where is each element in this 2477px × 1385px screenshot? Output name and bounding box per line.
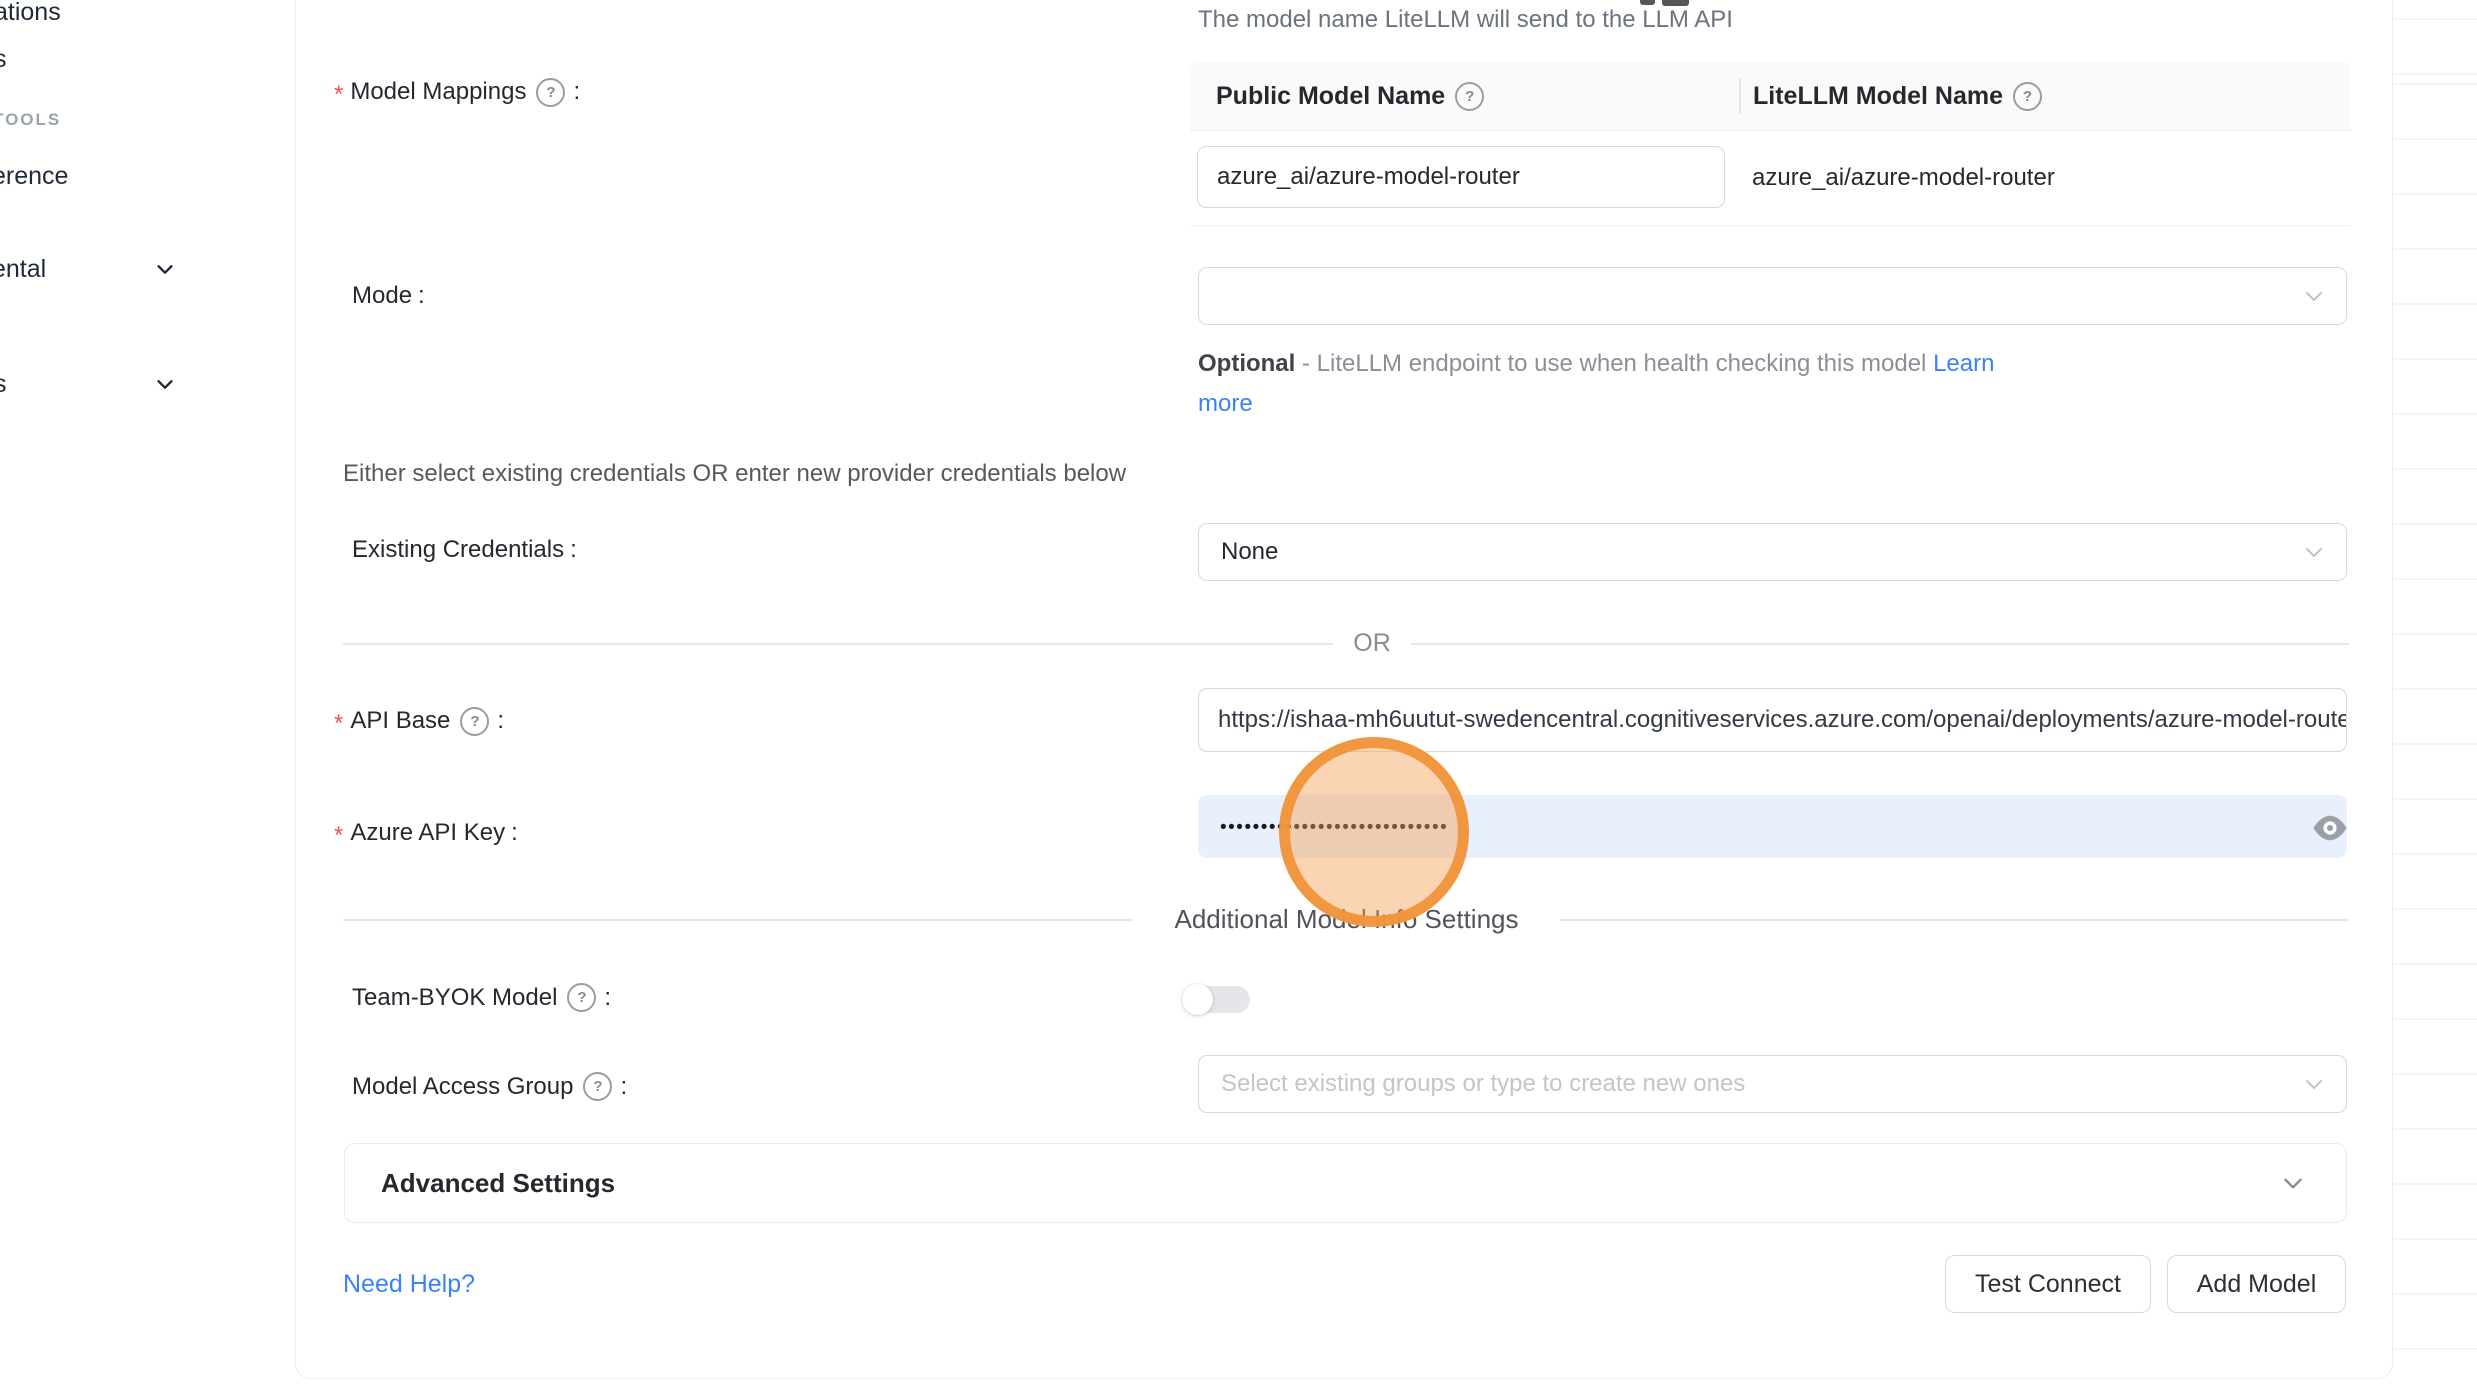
mode-select[interactable] (1198, 267, 2347, 325)
or-divider-line (1411, 643, 2349, 645)
eye-icon[interactable] (2312, 814, 2348, 842)
model-name-hint: The model name LiteLLM will send to the … (1198, 6, 1733, 34)
required-asterisk: * (334, 822, 343, 850)
public-model-name-header: Public Model Name ? (1190, 82, 1739, 111)
mode-label: Mode : (352, 282, 425, 310)
azure-api-key-label: * Azure API Key : (334, 816, 518, 850)
sidebar-section-tools: TOOLS (0, 111, 61, 129)
need-help-link[interactable]: Need Help? (343, 1270, 475, 1299)
test-connect-button[interactable]: Test Connect (1945, 1255, 2151, 1313)
api-base-label: * API Base ? : (334, 704, 504, 738)
click-indicator (1279, 737, 1469, 927)
add-model-page: ations s TOOLS erence ental s The model … (0, 0, 2477, 1385)
chevron-down-icon (2302, 284, 2326, 308)
required-asterisk: * (334, 710, 343, 738)
help-icon[interactable]: ? (460, 707, 489, 736)
section-divider-line (1560, 919, 2349, 921)
sidebar-item-reference[interactable]: erence (0, 163, 68, 189)
model-mapping-row: azure_ai/azure-model-router azure_ai/azu… (1190, 131, 2351, 226)
existing-credentials-select[interactable]: None (1198, 523, 2347, 581)
sidebar-item[interactable]: s (0, 46, 7, 72)
help-icon[interactable]: ? (536, 78, 565, 107)
background-table-rows (2393, 0, 2477, 1385)
chevron-down-icon (2302, 1072, 2326, 1096)
existing-credentials-label: Existing Credentials : (352, 536, 577, 564)
mode-help-text: Optional - LiteLLM endpoint to use when … (1198, 344, 2028, 424)
model-access-group-select[interactable]: Select existing groups or type to create… (1198, 1055, 2347, 1113)
team-byok-label: Team-BYOK Model ? : (352, 983, 611, 1012)
help-icon[interactable]: ? (2013, 82, 2042, 111)
sidebar-item-organizations[interactable]: ations (0, 0, 61, 25)
litellm-model-name-value: azure_ai/azure-model-router (1752, 131, 2055, 225)
or-divider-line (343, 643, 1333, 645)
chevron-down-icon (2302, 540, 2326, 564)
advanced-settings-panel[interactable]: Advanced Settings (344, 1143, 2347, 1223)
model-mappings-header: Public Model Name ? LiteLLM Model Name ? (1190, 62, 2351, 131)
public-model-name-input[interactable]: azure_ai/azure-model-router (1197, 146, 1725, 208)
toggle-knob (1182, 984, 1213, 1015)
chevron-down-icon (2280, 1170, 2306, 1196)
sidebar-item-settings[interactable]: s (0, 371, 7, 397)
model-mappings-label: * Model Mappings ? : (334, 75, 580, 109)
required-asterisk: * (334, 81, 343, 109)
team-byok-toggle[interactable] (1183, 985, 1250, 1014)
help-icon[interactable]: ? (583, 1072, 612, 1101)
add-model-button[interactable]: Add Model (2167, 1255, 2346, 1313)
litellm-model-name-header: LiteLLM Model Name ? (1739, 82, 2351, 111)
model-mappings-table: Public Model Name ? LiteLLM Model Name ?… (1190, 62, 2351, 226)
help-icon[interactable]: ? (567, 983, 596, 1012)
column-divider (1739, 78, 1741, 114)
clipped-text-fragment (1640, 0, 1655, 5)
model-access-group-label: Model Access Group ? : (352, 1072, 627, 1101)
chevron-down-icon[interactable] (154, 373, 176, 395)
chevron-down-icon[interactable] (154, 258, 176, 280)
section-divider-line (343, 919, 1133, 921)
help-icon[interactable]: ? (1455, 82, 1484, 111)
credentials-hint: Either select existing credentials OR en… (343, 460, 1126, 488)
sidebar-item-experimental[interactable]: ental (0, 256, 46, 282)
or-divider-text: OR (1336, 629, 1408, 658)
